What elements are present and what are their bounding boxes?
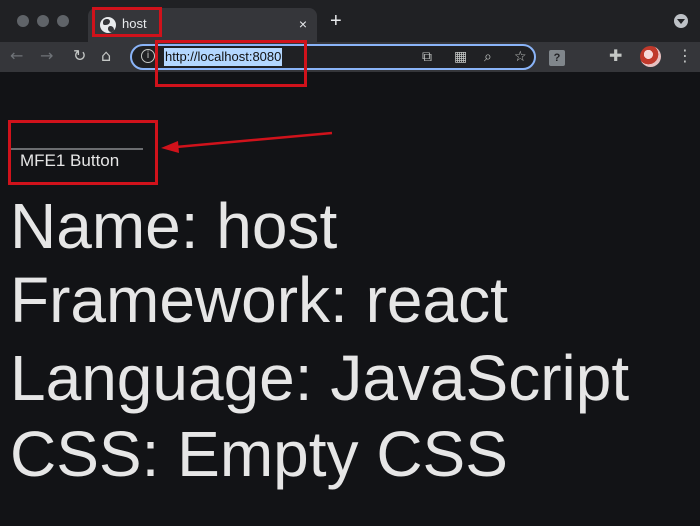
window-minimize-dot[interactable] [37, 15, 49, 27]
arrow-head [161, 141, 179, 153]
qr-code-icon[interactable]: ▦ [454, 48, 467, 66]
browser-menu-icon[interactable]: ⋮ [677, 46, 693, 66]
reload-icon[interactable]: ↻ [73, 46, 86, 66]
tab-search-icon[interactable] [674, 14, 688, 28]
bookmark-star-icon[interactable]: ☆ [514, 48, 527, 66]
profile-avatar[interactable] [640, 46, 661, 67]
forward-icon[interactable]: → [40, 46, 53, 66]
css-line: CSS: Empty CSS [10, 418, 508, 490]
window-close-dot[interactable] [17, 15, 29, 27]
back-icon[interactable]: ← [10, 46, 23, 66]
browser-window: host × + ← → ↻ ⌂ ✚ ⋮ i http://localhost:… [0, 0, 700, 526]
language-line: Language: JavaScript [10, 342, 630, 414]
info-icon[interactable]: i [141, 49, 155, 63]
tab-close-icon[interactable]: × [299, 15, 307, 33]
arrow-line [175, 131, 333, 149]
name-line: Name: host [10, 190, 338, 262]
url-highlight-box [155, 40, 307, 87]
tab-highlight-box [92, 7, 162, 37]
home-icon[interactable]: ⌂ [101, 46, 111, 66]
zoom-icon[interactable]: ⌕ [484, 48, 492, 66]
button-highlight-box [8, 120, 158, 185]
window-maximize-dot[interactable] [57, 15, 69, 27]
extension-icon[interactable]: ? [549, 50, 565, 66]
extensions-puzzle-icon[interactable]: ✚ [609, 46, 622, 66]
cast-icon[interactable]: ⧉ [422, 48, 432, 66]
new-tab-button[interactable]: + [330, 10, 342, 32]
framework-line: Framework: react [10, 264, 508, 336]
